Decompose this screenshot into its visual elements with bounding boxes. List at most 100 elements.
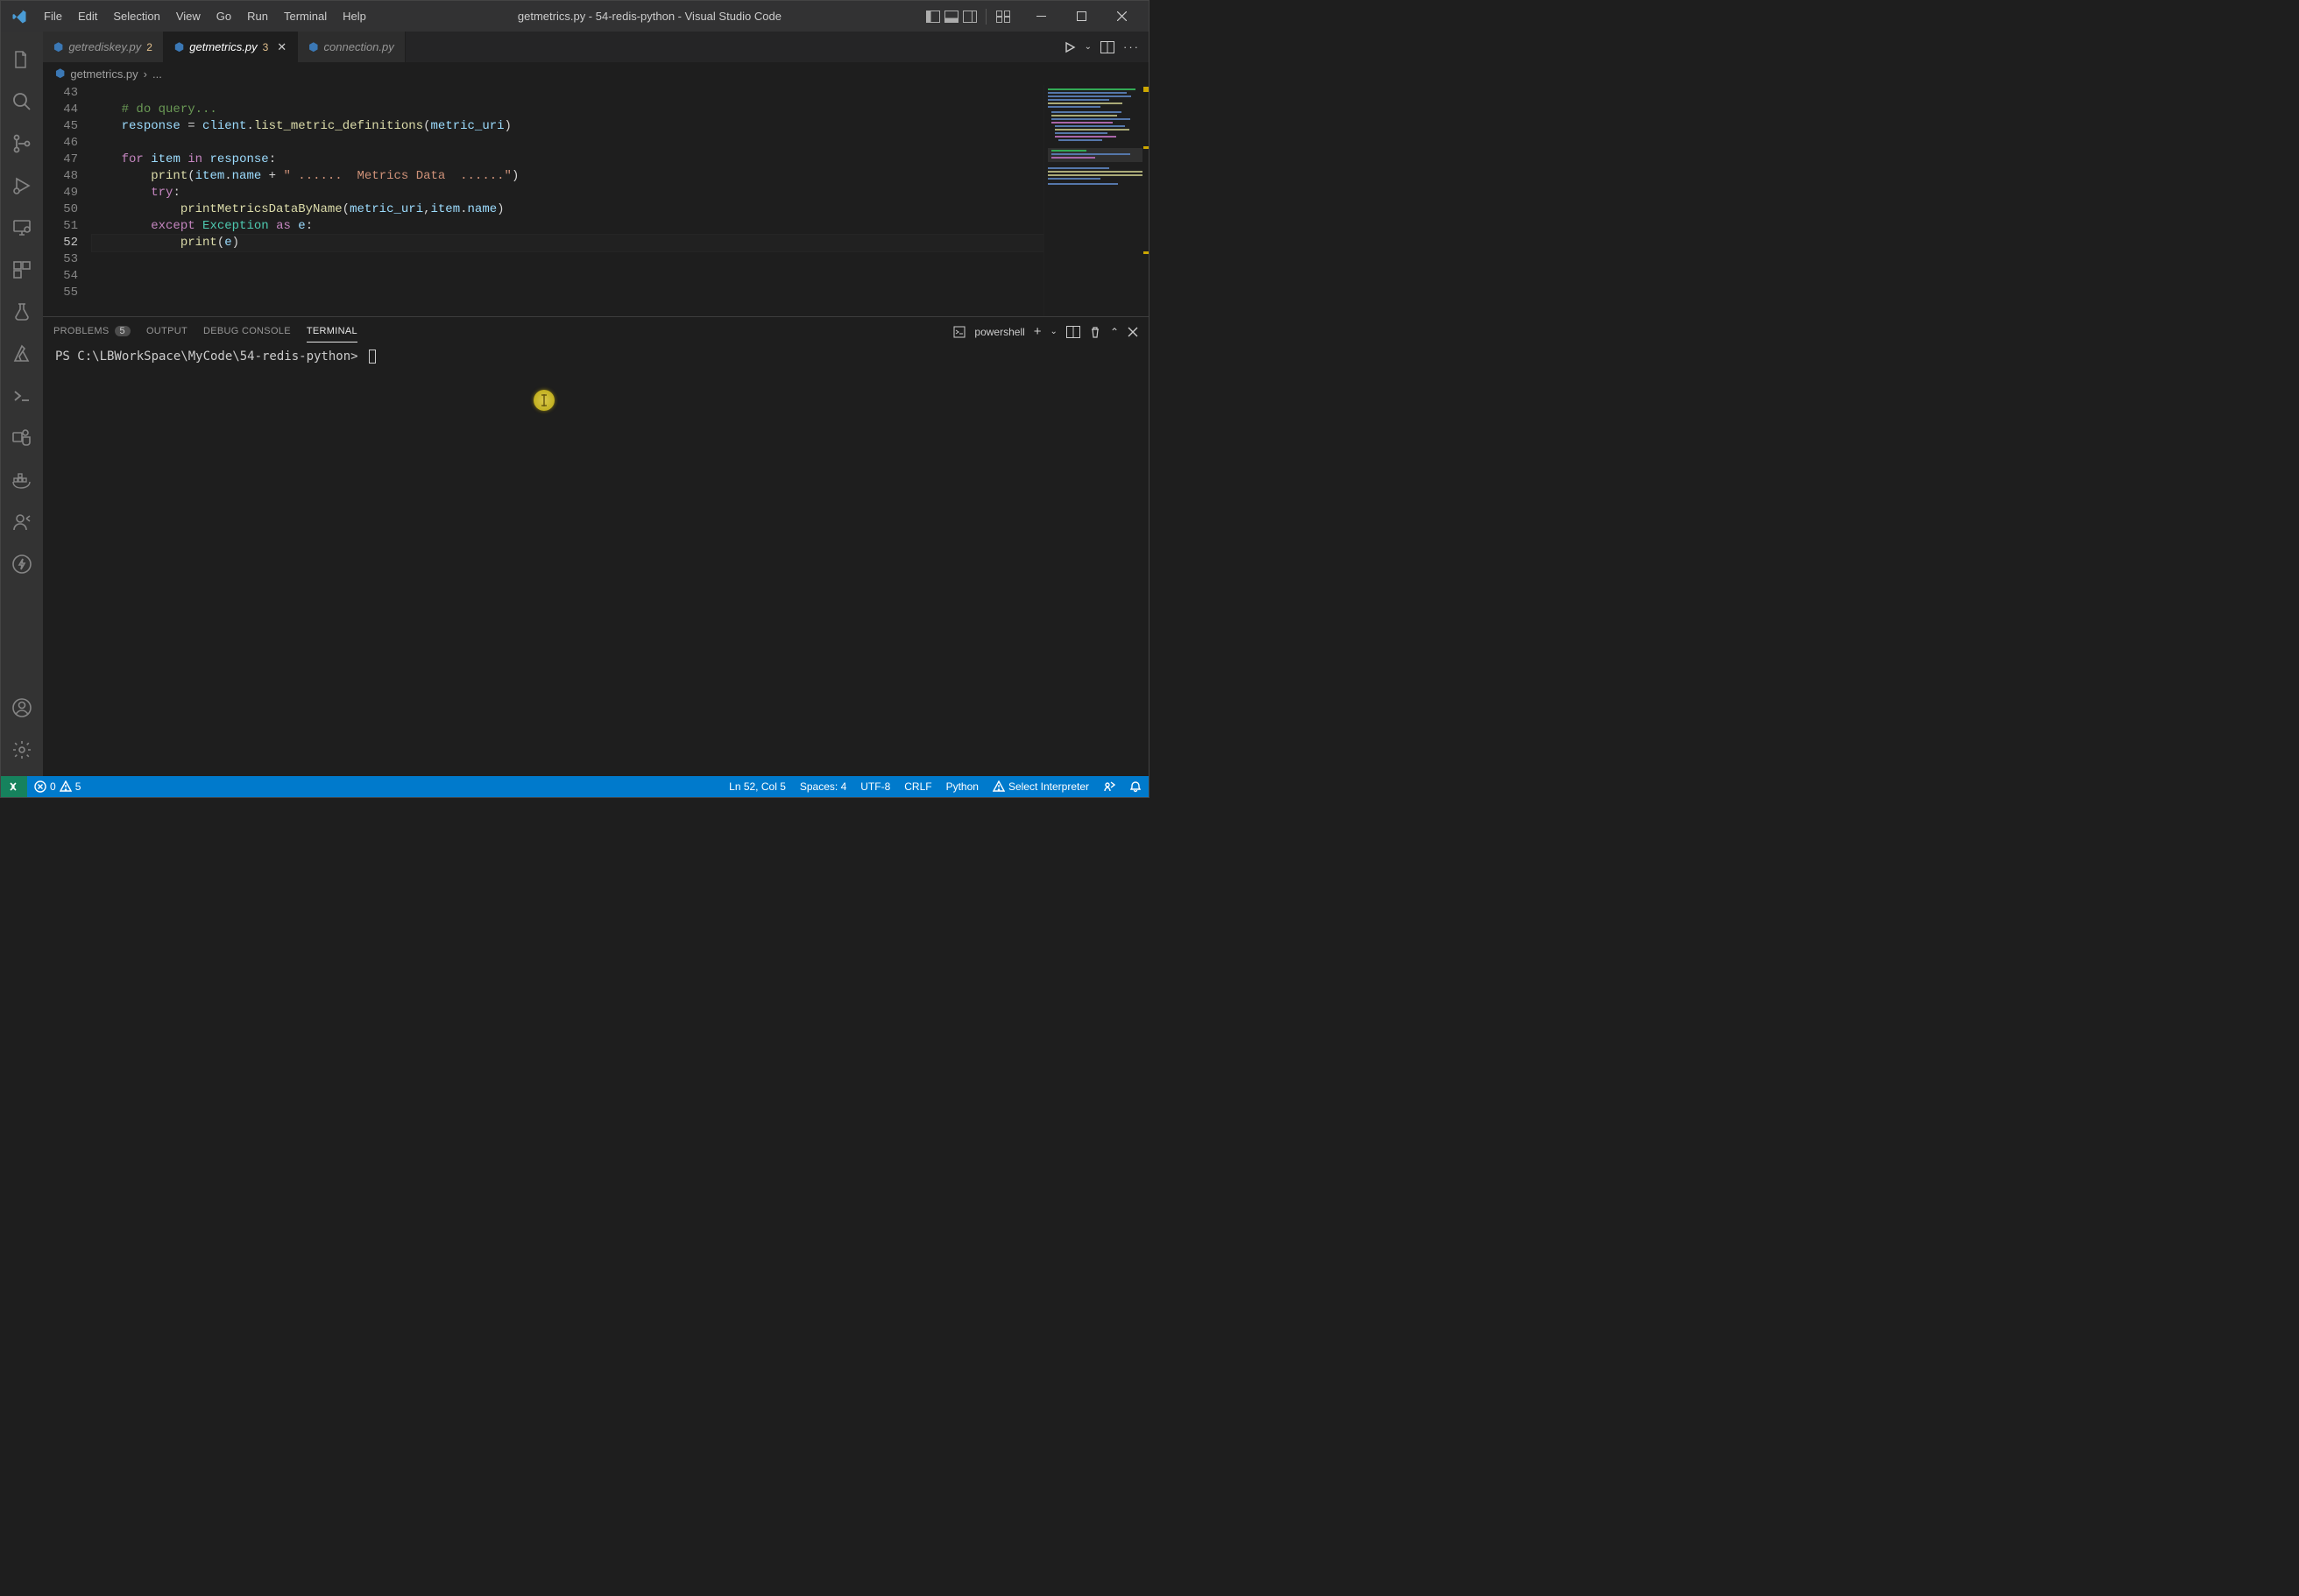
editor-pane: 43444546474849505152535455 # do query...… <box>43 85 1149 316</box>
teams-icon[interactable] <box>1 417 43 459</box>
language-mode[interactable]: Python <box>939 776 986 797</box>
settings-gear-icon[interactable] <box>1 729 43 771</box>
thunder-icon[interactable] <box>1 543 43 585</box>
live-share-icon[interactable] <box>1 501 43 543</box>
code-line[interactable]: print(item.name + " ...... Metrics Data … <box>92 168 1043 185</box>
terminal-dropdown-icon[interactable]: ⌄ <box>1050 327 1058 336</box>
tab-label: getmetrics.py <box>189 40 257 53</box>
remote-ssh-icon[interactable] <box>1 375 43 417</box>
maximize-panel-icon[interactable]: ⌃ <box>1110 326 1119 338</box>
menu-help[interactable]: Help <box>335 6 374 26</box>
python-interpreter[interactable]: Select Interpreter <box>986 776 1096 797</box>
python-file-icon: ⬢ <box>55 67 65 81</box>
tab-label: connection.py <box>324 40 394 53</box>
bottom-panel: PROBLEMS5 OUTPUT DEBUG CONSOLE TERMINAL pow… <box>43 316 1149 776</box>
panel-tab-terminal[interactable]: TERMINAL <box>307 321 357 343</box>
toggle-secondary-sidebar-icon[interactable] <box>962 10 977 24</box>
cursor-position[interactable]: Ln 52, Col 5 <box>722 776 793 797</box>
activity-bar <box>1 32 43 776</box>
split-terminal-icon[interactable] <box>1066 326 1080 338</box>
close-panel-icon[interactable] <box>1128 327 1138 337</box>
menu-file[interactable]: File <box>36 6 70 26</box>
minimap[interactable] <box>1043 85 1149 316</box>
encoding-status[interactable]: UTF-8 <box>853 776 897 797</box>
code-line[interactable] <box>92 135 1043 152</box>
terminal-prompt: PS C:\LBWorkSpace\MyCode\54-redis-python… <box>55 350 365 364</box>
panel-tab-debug-console[interactable]: DEBUG CONSOLE <box>203 321 291 343</box>
split-editor-icon[interactable] <box>1100 41 1114 53</box>
toggle-primary-sidebar-icon[interactable] <box>925 10 940 24</box>
maximize-button[interactable] <box>1061 1 1101 32</box>
toggle-panel-icon[interactable] <box>944 10 959 24</box>
kill-terminal-icon[interactable] <box>1089 326 1101 338</box>
run-python-icon[interactable] <box>1064 41 1076 53</box>
tab-badge: 3 <box>263 41 269 53</box>
more-actions-icon[interactable]: ··· <box>1123 40 1140 53</box>
panel-tab-problems[interactable]: PROBLEMS5 <box>53 321 131 343</box>
close-button[interactable] <box>1101 1 1142 32</box>
remote-explorer-icon[interactable] <box>1 207 43 249</box>
tab-getrediskey-py[interactable]: ⬢getrediskey.py2 <box>43 32 164 62</box>
overview-warning-marker <box>1143 251 1149 254</box>
warnings-count: 5 <box>75 780 81 793</box>
menu-run[interactable]: Run <box>239 6 276 26</box>
panel-tab-output[interactable]: OUTPUT <box>146 321 187 343</box>
search-icon[interactable] <box>1 81 43 123</box>
code-line[interactable] <box>92 85 1043 102</box>
python-file-icon: ⬢ <box>174 40 184 54</box>
tab-badge: 2 <box>146 41 152 53</box>
code-line[interactable]: print(e) <box>92 235 1043 251</box>
customize-layout-icon[interactable] <box>995 10 1010 24</box>
statusbar: 0 5 Ln 52, Col 5 Spaces: 4 UTF-8 CRLF Py… <box>1 776 1149 797</box>
feedback-icon[interactable] <box>1096 776 1122 797</box>
menu-go[interactable]: Go <box>209 6 239 26</box>
indentation-status[interactable]: Spaces: 4 <box>793 776 853 797</box>
menu-selection[interactable]: Selection <box>105 6 167 26</box>
code-line[interactable]: except Exception as e: <box>92 218 1043 235</box>
terminal-shell-name[interactable]: powershell <box>974 326 1024 338</box>
run-debug-icon[interactable] <box>1 165 43 207</box>
azure-icon[interactable] <box>1 333 43 375</box>
notifications-icon[interactable] <box>1122 776 1149 797</box>
separator <box>986 9 987 25</box>
tab-connection-py[interactable]: ⬢connection.py <box>298 32 406 62</box>
code-line[interactable]: response = client.list_metric_definition… <box>92 118 1043 135</box>
run-dropdown-icon[interactable]: ⌄ <box>1085 42 1092 52</box>
window-title: getmetrics.py - 54-redis-python - Visual… <box>374 10 925 23</box>
docker-icon[interactable] <box>1 459 43 501</box>
editor-actions: ⌄ ··· <box>1055 40 1149 53</box>
code-line[interactable]: printMetricsDataByName(metric_uri,item.n… <box>92 201 1043 218</box>
problems-status[interactable]: 0 5 <box>27 776 88 797</box>
close-tab-icon[interactable]: ✕ <box>277 40 286 54</box>
extensions-icon[interactable] <box>1 249 43 291</box>
remote-indicator[interactable] <box>1 776 27 797</box>
testing-icon[interactable] <box>1 291 43 333</box>
code-line[interactable]: for item in response: <box>92 152 1043 168</box>
accounts-icon[interactable] <box>1 687 43 729</box>
minimize-button[interactable] <box>1021 1 1061 32</box>
eol-status[interactable]: CRLF <box>897 776 938 797</box>
breadcrumb[interactable]: ⬢ getmetrics.py › ... <box>43 62 1149 85</box>
code-line[interactable]: try: <box>92 185 1043 201</box>
code-line[interactable] <box>92 285 1043 301</box>
menu-view[interactable]: View <box>168 6 209 26</box>
code-line[interactable] <box>92 268 1043 285</box>
breadcrumb-separator: › <box>144 67 147 81</box>
activity-bottom <box>1 687 43 771</box>
layout-controls <box>925 9 1010 25</box>
vscode-logo-icon <box>11 9 27 25</box>
terminal-body[interactable]: PS C:\LBWorkSpace\MyCode\54-redis-python… <box>43 346 1149 776</box>
new-terminal-icon[interactable]: + <box>1034 324 1042 339</box>
explorer-icon[interactable] <box>1 39 43 81</box>
code-line[interactable]: # do query... <box>92 102 1043 118</box>
code-editor[interactable]: 43444546474849505152535455 # do query...… <box>43 85 1043 316</box>
menu-terminal[interactable]: Terminal <box>276 6 335 26</box>
source-control-icon[interactable] <box>1 123 43 165</box>
errors-count: 0 <box>50 780 56 793</box>
tab-getmetrics-py[interactable]: ⬢ getmetrics.py 3 ✕ <box>164 32 298 62</box>
terminal-profile-icon[interactable] <box>953 326 966 338</box>
code-line[interactable] <box>92 251 1043 268</box>
menu-edit[interactable]: Edit <box>70 6 105 26</box>
problems-count-badge: 5 <box>115 326 131 336</box>
code-content[interactable]: # do query... response = client.list_met… <box>92 85 1043 316</box>
